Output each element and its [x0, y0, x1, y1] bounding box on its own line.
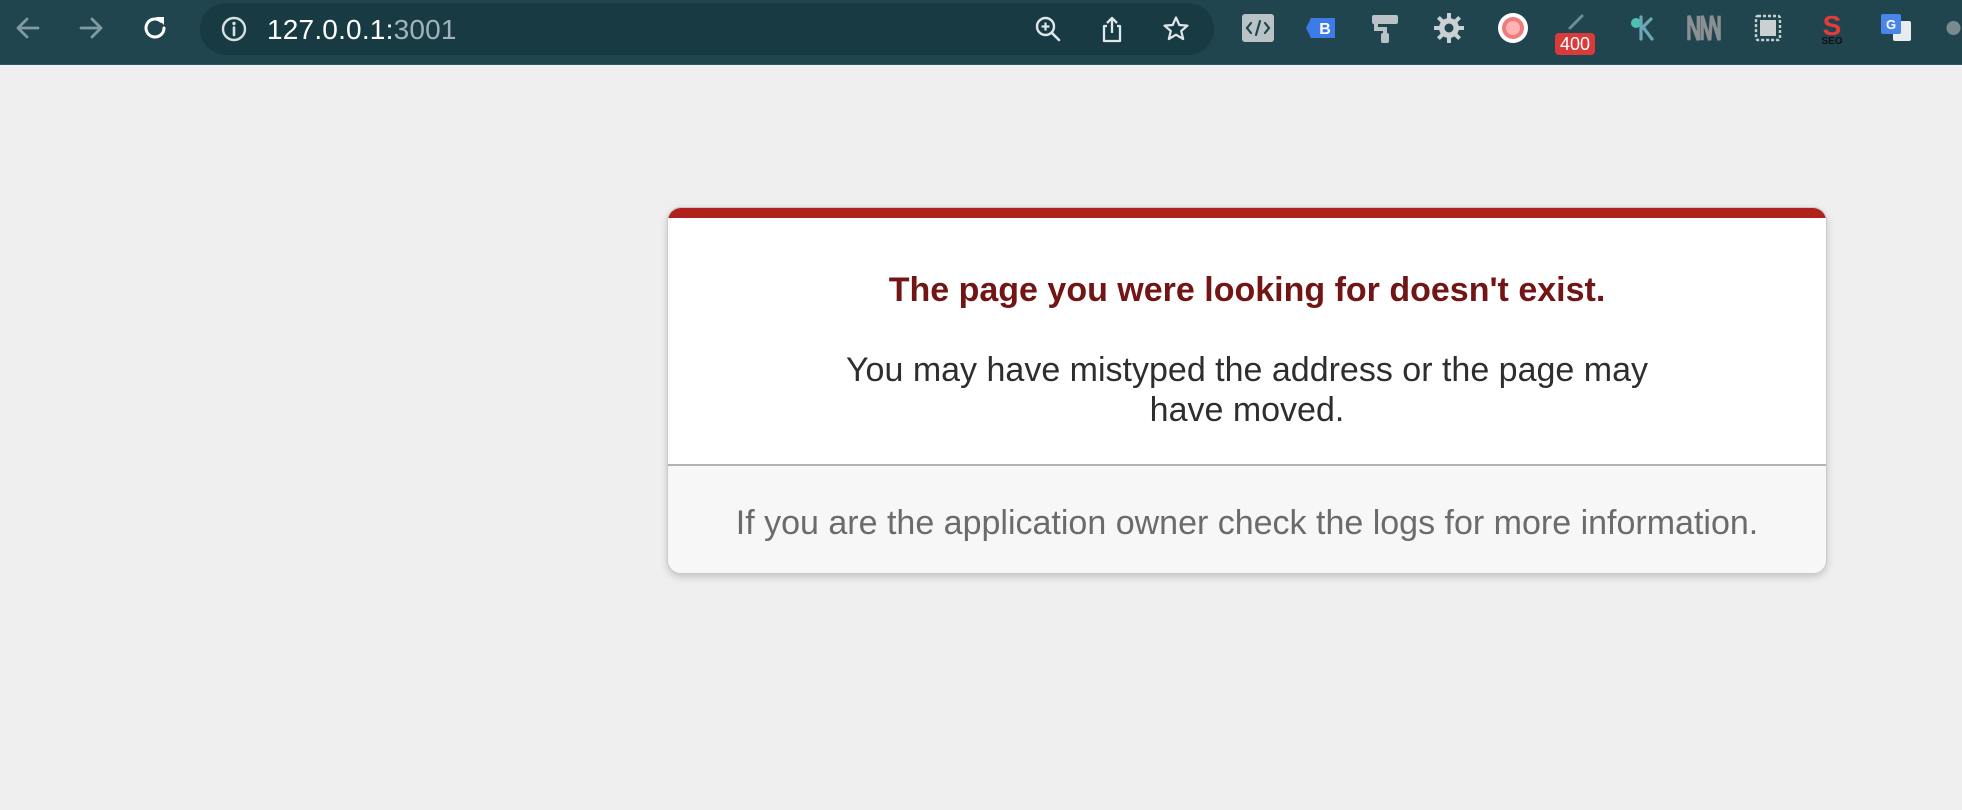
reload-icon [144, 17, 166, 39]
screenshot-extension-icon[interactable] [1751, 11, 1785, 45]
error-footer: If you are the application owner check t… [668, 466, 1826, 573]
address-url[interactable]: 127.0.0.1:3001 [267, 15, 457, 45]
bookmark-button[interactable] [1160, 13, 1192, 45]
arrow-right-icon [79, 17, 103, 39]
back-button[interactable] [8, 8, 48, 48]
address-host: 127.0.0.1: [267, 14, 394, 45]
record-extension-icon[interactable] [1496, 11, 1530, 45]
zoom-button[interactable] [1032, 13, 1064, 45]
error-accent-bar [668, 208, 1826, 218]
seo-extension-icon[interactable]: S SEO [1815, 11, 1849, 45]
share-button[interactable] [1096, 13, 1128, 45]
address-bar[interactable]: 127.0.0.1:3001 [200, 3, 1214, 55]
star-icon [1163, 16, 1189, 41]
arrow-left-icon [16, 17, 40, 39]
browser-toolbar: 127.0.0.1:3001 B 400 S SEO G [0, 0, 1962, 65]
svg-text:B: B [1319, 21, 1331, 38]
error-heading: The page you were looking for doesn't ex… [888, 271, 1606, 309]
error-main: The page you were looking for doesn't ex… [668, 218, 1826, 466]
svg-text:G: G [1886, 17, 1896, 32]
forward-button[interactable] [71, 8, 111, 48]
error-message: You may have mistyped the address or the… [846, 351, 1648, 429]
gear-extension-icon[interactable] [1432, 11, 1466, 45]
info-icon[interactable] [220, 15, 248, 43]
error-card: The page you were looking for doesn't ex… [667, 207, 1827, 574]
rk-extension-icon[interactable] [1624, 11, 1658, 45]
code-extension-icon[interactable] [1241, 11, 1275, 45]
b-extension-icon[interactable]: B [1305, 11, 1339, 45]
zoom-icon [1035, 16, 1061, 42]
nw-extension-icon[interactable] [1687, 11, 1721, 45]
address-port: 3001 [393, 14, 457, 45]
reload-button[interactable] [135, 8, 175, 48]
extension-badge: 400 [1555, 33, 1596, 55]
paint-roller-extension-icon[interactable] [1368, 11, 1402, 45]
profile-icon[interactable] [1945, 11, 1962, 45]
share-icon [1102, 16, 1122, 43]
svg-text:SEO: SEO [1821, 36, 1842, 45]
error-footnote: If you are the application owner check t… [735, 504, 1759, 542]
translate-extension-icon[interactable]: G [1879, 11, 1913, 45]
